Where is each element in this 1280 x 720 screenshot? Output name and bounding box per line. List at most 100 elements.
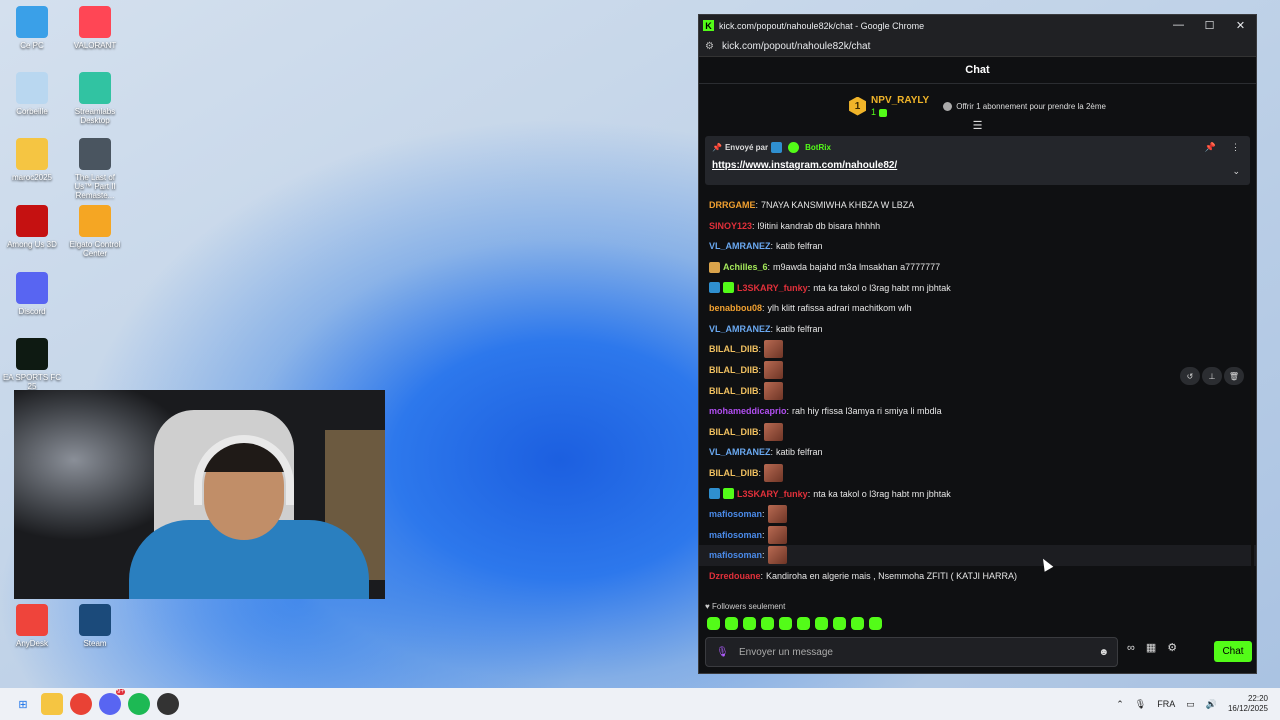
chat-message[interactable]: DRRGAME:7NAYA KANSMIWHA KHBZA W LBZA [699,195,1256,216]
chat-message[interactable]: VL_AMRANEZ: katib felfran [699,319,1256,340]
chat-username[interactable]: BILAL_DIIB [709,386,759,396]
settings-gear-icon[interactable]: ⚙ [1167,641,1177,654]
desktop-icon-tlou[interactable]: The Last of Us™ Part II Remaste... [65,138,125,200]
desktop-icon-steam[interactable]: Steam [65,604,125,648]
pinned-link[interactable]: https://www.instagram.com/nahoule82/ [712,160,1243,171]
unpin-icon[interactable]: 📌 [1205,142,1216,153]
emote-icon[interactable] [815,617,828,630]
emote-icon[interactable] [743,617,756,630]
send-chat-button[interactable]: Chat [1214,641,1252,662]
site-settings-icon[interactable]: ⚙ [705,41,714,52]
discord-taskbar-icon[interactable]: 9+ [99,689,125,715]
chat-username[interactable]: Dzredouane [709,571,761,581]
desktop-icon-discord[interactable]: Discord [2,272,62,316]
chat-scrollbar[interactable] [1251,195,1254,593]
expand-chevron-icon[interactable]: ⌄ [1232,166,1240,177]
store-icon[interactable]: ▦ [1146,641,1156,654]
url-text[interactable]: kick.com/popout/nahoule82k/chat [722,41,870,52]
maximize-button[interactable]: ☐ [1194,19,1225,32]
chat-username[interactable]: L3SKARY_funky [737,489,808,499]
desktop-icon-monitor[interactable]: Ce PC [2,6,62,50]
desktop-icon-recycle-bin[interactable]: Corbeille [2,72,62,116]
language-indicator[interactable]: FRA [1157,699,1175,709]
desktop-icon-anydesk[interactable]: AnyDesk [2,604,62,648]
chat-username[interactable]: VL_AMRANEZ [709,241,771,251]
chat-username[interactable]: BILAL_DIIB [709,344,759,354]
pin-message-icon[interactable]: ⊥ [1202,367,1222,385]
chat-message[interactable]: VL_AMRANEZ: katib felfran [699,236,1256,257]
chat-username[interactable]: BILAL_DIIB [709,365,759,375]
chat-username[interactable]: DRRGAME [709,200,756,210]
emote-icon[interactable] [797,617,810,630]
kicks-infinity-icon[interactable]: ∞ [1127,642,1135,654]
more-options-icon[interactable]: ⋮ [1231,142,1240,153]
desktop-icon-folder[interactable]: maroc2025 [2,138,62,182]
chat-username[interactable]: BILAL_DIIB [709,468,759,478]
emoji-picker-icon[interactable]: ☻ [1098,647,1109,658]
chat-username[interactable]: mafiosoman [709,509,762,519]
chat-message[interactable]: Dzredouane: Kandiroha en algerie mais , N… [699,566,1256,587]
chat-username[interactable]: mohameddicaprio [709,406,787,416]
chat-message[interactable]: L3SKARY_funky: nta ka takol o l3rag habt … [699,277,1256,298]
pinned-author[interactable]: BotRix [805,143,831,152]
windows-start-icon[interactable]: ⊞ [12,693,34,715]
top-gifter-name[interactable]: NPV_RAYLY [871,95,929,107]
chat-message[interactable]: VL_AMRANEZ: katib felfran [699,442,1256,463]
emote-icon[interactable] [833,617,846,630]
microphone-tray-icon[interactable]: 🎙 [1135,699,1146,710]
chat-message[interactable]: BILAL_DIIB: [699,339,1256,360]
volume-icon[interactable]: 🔊 [1206,699,1217,710]
emote-icon[interactable] [725,617,738,630]
emote-icon[interactable] [869,617,882,630]
chat-message-list[interactable]: DRRGAME:7NAYA KANSMIWHA KHBZA W LBZA SINO… [699,195,1256,595]
time: 22:20 [1247,694,1268,703]
desktop-icon-elgato[interactable]: Elgato Control Center [65,205,125,258]
chat-message[interactable]: SINOY123: l9itini kandrab db bisara hhhhh [699,216,1256,237]
chrome-icon[interactable] [70,693,92,715]
chat-username[interactable]: mafiosoman [709,530,762,540]
chat-input[interactable]: 🎙 Envoyer un message ☻ [705,637,1118,667]
emote-icon[interactable] [779,617,792,630]
desktop-icon-among-us[interactable]: Among Us 3D [2,205,62,249]
chat-message-text: rah hiy rfissa l3amya ri smiya li mbdla [792,406,942,417]
chat-message[interactable]: BILAL_DIIB: [699,360,1256,381]
delete-icon[interactable]: 🗑 [1224,367,1244,385]
emote-icon[interactable] [761,617,774,630]
chat-message[interactable]: BILAL_DIIB: [699,463,1256,484]
obs-icon[interactable] [157,693,179,715]
chat-message[interactable]: mohameddicaprio: rah hiy rfissa l3amya ri… [699,401,1256,422]
clock[interactable]: 22:20 16/12/2025 [1228,694,1268,714]
chat-username[interactable]: benabbou08 [709,303,762,313]
desktop-icon-streamlabs[interactable]: Streamlabs Desktop [65,72,125,125]
chat-username[interactable]: VL_AMRANEZ [709,447,771,457]
desktop-icon-valorant[interactable]: VALORANT [65,6,125,50]
chat-username[interactable]: Achilles_6 [723,262,768,272]
spotify-icon[interactable] [128,693,150,715]
chat-username[interactable]: BILAL_DIIB [709,427,759,437]
minimize-button[interactable]: — [1163,19,1194,32]
reply-icon[interactable]: ↺ [1180,367,1200,385]
close-button[interactable]: ✕ [1225,19,1256,32]
address-bar[interactable]: ⚙ kick.com/popout/nahoule82k/chat [699,36,1256,57]
chat-message[interactable]: mafiosoman: [699,525,1256,546]
chat-message[interactable]: BILAL_DIIB: [699,422,1256,443]
chat-message[interactable]: benabbou08: ylh klitt rafissa adrari mach… [699,298,1256,319]
chat-message[interactable]: L3SKARY_funky: nta ka takol o l3rag habt … [699,483,1256,504]
network-icon[interactable]: ▭ [1186,699,1195,710]
desktop-icon-fc25[interactable]: EA SPORTS FC 25 [2,338,62,391]
collapse-icon[interactable]: ☰ [973,119,983,132]
gift-sub-button[interactable]: Offrir 1 abonnement pour prendre la 2ème [943,101,1106,111]
chat-username[interactable]: mafiosoman [709,550,762,560]
microphone-icon[interactable]: 🎙 [716,647,729,658]
chat-message[interactable]: mafiosoman: [699,545,1256,566]
chat-message[interactable]: Achilles_6: m9awda bajahd m3a lmsakhan a7… [699,257,1256,278]
emote-icon[interactable] [707,617,720,630]
chat-username[interactable]: SINOY123 [709,221,752,231]
chat-username[interactable]: L3SKARY_funky [737,283,808,293]
file-explorer-icon[interactable] [41,693,63,715]
chat-message[interactable]: mafiosoman: [699,504,1256,525]
chat-username[interactable]: VL_AMRANEZ [709,324,771,334]
chevron-up-icon[interactable]: ⌃ [1116,699,1124,710]
chat-message[interactable]: BILAL_DIIB: [699,380,1256,401]
emote-icon[interactable] [851,617,864,630]
